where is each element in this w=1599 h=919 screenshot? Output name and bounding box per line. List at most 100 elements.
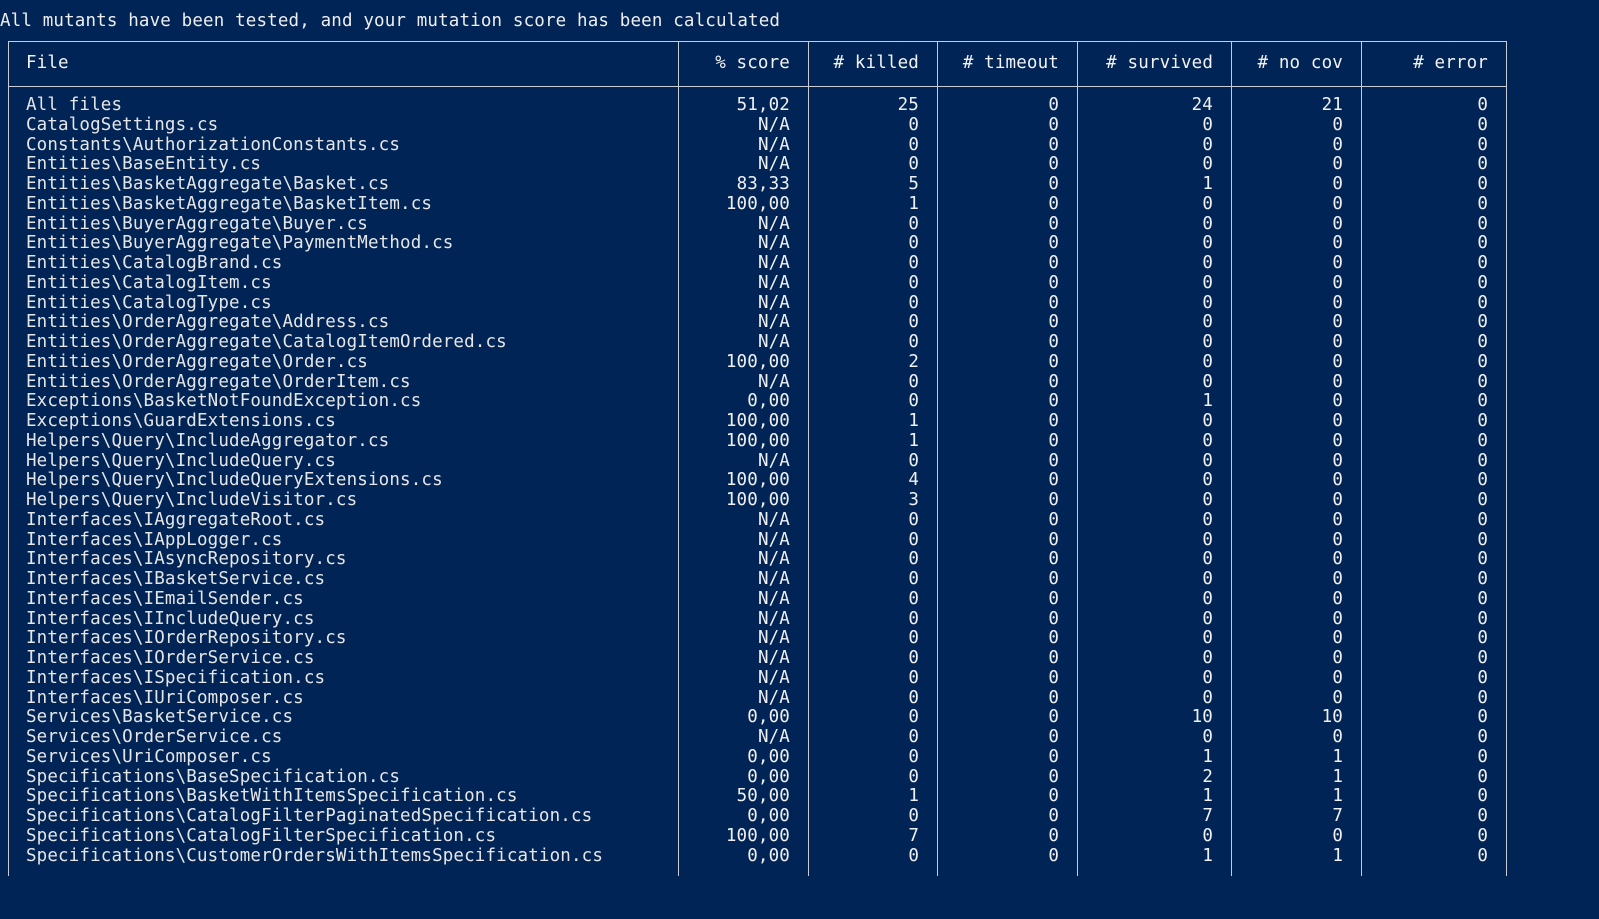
mutation-report-table-wrapper: File % score # killed # timeout # surviv… — [8, 41, 1507, 877]
file-name: Entities\OrderAggregate\Address.cs — [26, 312, 390, 333]
survived-count: 0 — [1202, 648, 1213, 668]
no-cov-count: 10 — [1321, 707, 1343, 728]
error-count: 0 — [1477, 490, 1488, 510]
score-value: 100,00 — [725, 193, 790, 214]
timeout-count: 0 — [1048, 806, 1059, 826]
timeout-count: 0 — [1048, 391, 1059, 412]
survived-count: 0 — [1202, 351, 1213, 372]
no-cov-count: 0 — [1332, 312, 1343, 333]
error-count: 0 — [1477, 648, 1488, 668]
killed-count: 3 — [908, 490, 919, 510]
error-count: 0 — [1477, 213, 1488, 234]
timeout-count: 0 — [1048, 845, 1059, 866]
survived-count: 0 — [1202, 687, 1213, 708]
no-cov-count: 0 — [1332, 529, 1343, 550]
killed-count: 0 — [908, 213, 919, 234]
timeout-count: 0 — [1048, 648, 1059, 668]
survived-count: 0 — [1202, 154, 1213, 175]
killed-count: 0 — [908, 292, 919, 313]
killed-count: 0 — [908, 766, 919, 787]
timeout-count: 0 — [1048, 450, 1059, 471]
survived-count: 0 — [1202, 233, 1213, 254]
file-name: All files — [26, 95, 123, 115]
no-cov-count: 0 — [1332, 272, 1343, 293]
score-value: 0,00 — [747, 845, 790, 866]
score-value: N/A — [757, 648, 790, 668]
survived-count: 1 — [1202, 174, 1213, 194]
status-message: All mutants have been tested, and your m… — [0, 11, 781, 31]
killed-count: 0 — [908, 667, 919, 688]
score-value: N/A — [757, 114, 790, 135]
killed-count: 0 — [908, 549, 919, 570]
no-cov-count: 1 — [1332, 766, 1343, 787]
timeout-count: 0 — [1048, 766, 1059, 787]
survived-count: 24 — [1191, 95, 1213, 115]
score-value: 50,00 — [736, 786, 790, 807]
survived-count: 0 — [1202, 292, 1213, 313]
timeout-count: 0 — [1048, 687, 1059, 708]
no-cov-count: 0 — [1332, 213, 1343, 234]
table-header: File % score # killed # timeout # surviv… — [8, 41, 1507, 87]
killed-count: 0 — [908, 746, 919, 767]
score-value: 100,00 — [725, 825, 790, 846]
error-count: 0 — [1477, 707, 1488, 728]
killed-count: 0 — [908, 134, 919, 155]
no-cov-count: 7 — [1332, 806, 1343, 826]
timeout-count: 0 — [1048, 95, 1059, 115]
error-count: 0 — [1477, 371, 1488, 392]
file-name: CatalogSettings.cs — [26, 114, 219, 135]
error-count: 0 — [1477, 549, 1488, 570]
score-value: N/A — [757, 253, 790, 273]
error-count: 0 — [1477, 786, 1488, 807]
error-count: 0 — [1477, 253, 1488, 273]
score-value: 0,00 — [747, 746, 790, 767]
timeout-count: 0 — [1048, 825, 1059, 846]
no-cov-count: 0 — [1332, 134, 1343, 155]
no-cov-count: 0 — [1332, 825, 1343, 846]
timeout-count: 0 — [1048, 292, 1059, 313]
mutation-report-table: File % score # killed # timeout # surviv… — [8, 41, 1507, 877]
file-name: Helpers\Query\IncludeQuery.cs — [26, 450, 336, 471]
no-cov-count: 0 — [1332, 687, 1343, 708]
score-value: N/A — [757, 509, 790, 530]
score-value: N/A — [757, 154, 790, 175]
killed-count: 1 — [908, 411, 919, 431]
score-value: 0,00 — [747, 806, 790, 826]
error-count: 0 — [1477, 272, 1488, 293]
timeout-count: 0 — [1048, 371, 1059, 392]
timeout-count: 0 — [1048, 628, 1059, 649]
file-name: Exceptions\BasketNotFoundException.cs — [26, 391, 422, 412]
no-cov-count: 1 — [1332, 845, 1343, 866]
score-value: N/A — [757, 628, 790, 649]
file-name: Specifications\CatalogFilterSpecificatio… — [26, 825, 497, 846]
survived-count: 0 — [1202, 490, 1213, 510]
file-name: Interfaces\IAggregateRoot.cs — [26, 509, 326, 530]
error-count: 0 — [1477, 430, 1488, 451]
file-name: Entities\CatalogBrand.cs — [26, 253, 283, 273]
timeout-count: 0 — [1048, 430, 1059, 451]
no-cov-count: 0 — [1332, 430, 1343, 451]
no-cov-count: 0 — [1332, 628, 1343, 649]
powershell-console: All mutants have been tested, and your m… — [0, 0, 1599, 919]
score-value: N/A — [757, 450, 790, 471]
survived-count: 0 — [1202, 272, 1213, 293]
error-count: 0 — [1477, 450, 1488, 471]
timeout-count: 0 — [1048, 312, 1059, 333]
survived-count: 0 — [1202, 470, 1213, 491]
error-count: 0 — [1477, 727, 1488, 747]
killed-count: 0 — [908, 806, 919, 826]
score-value: N/A — [757, 549, 790, 570]
error-count: 0 — [1477, 351, 1488, 372]
killed-count: 0 — [908, 253, 919, 273]
survived-count: 0 — [1202, 332, 1213, 352]
header-row: File % score # killed # timeout # surviv… — [8, 41, 1507, 87]
score-value: 51,02 — [736, 95, 790, 115]
survived-count: 0 — [1202, 509, 1213, 530]
killed-count: 0 — [908, 233, 919, 254]
error-count: 0 — [1477, 134, 1488, 155]
score-value: 0,00 — [747, 707, 790, 728]
timeout-count: 0 — [1048, 233, 1059, 254]
score-value: N/A — [757, 312, 790, 333]
error-count: 0 — [1477, 766, 1488, 787]
file-name: Exceptions\GuardExtensions.cs — [26, 411, 336, 431]
